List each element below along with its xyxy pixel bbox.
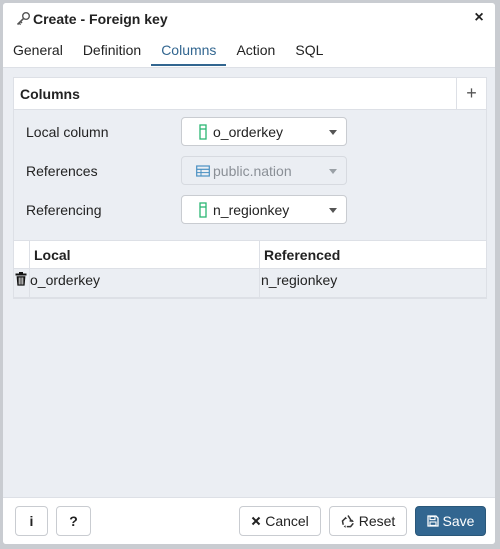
column-icon — [199, 202, 207, 218]
table-icon — [196, 165, 210, 177]
references-select: public.nation — [181, 156, 347, 185]
header-referenced[interactable]: Referenced — [259, 241, 486, 269]
key-icon — [16, 12, 30, 26]
tab-columns[interactable]: Columns — [151, 35, 227, 66]
chevron-down-icon — [329, 169, 337, 174]
tab-sql[interactable]: SQL — [285, 35, 333, 66]
column-form: Local column o_orderkey References publi… — [14, 110, 486, 240]
reset-label: Reset — [358, 513, 396, 529]
columns-section-header: Columns + — [14, 78, 486, 110]
referencing-label: Referencing — [26, 202, 102, 218]
close-icon — [251, 517, 261, 526]
save-button[interactable]: Save — [415, 506, 486, 536]
references-row: References public.nation — [14, 156, 486, 186]
local-column-label: Local column — [26, 124, 109, 140]
dialog-titlebar: Create - Foreign key × — [3, 3, 495, 36]
grid-divider — [29, 269, 30, 297]
columns-grid: Local Referenced o_orderkey n_regionkey — [14, 240, 486, 298]
grid-divider — [29, 241, 30, 268]
close-button[interactable]: × — [471, 10, 487, 26]
local-column-select[interactable]: o_orderkey — [181, 117, 347, 146]
cell-referenced: n_regionkey — [261, 272, 338, 288]
recycle-icon — [341, 515, 354, 529]
grid-header: Local Referenced — [14, 240, 486, 269]
column-icon — [199, 124, 207, 140]
references-label: References — [26, 163, 98, 179]
help-button[interactable]: ? — [56, 506, 91, 536]
tab-bar: General Definition Columns Action SQL — [3, 35, 495, 68]
chevron-down-icon — [329, 130, 337, 135]
reset-button[interactable]: Reset — [329, 506, 407, 536]
referencing-value: n_regionkey — [213, 202, 290, 218]
foreign-key-dialog: Create - Foreign key × General Definitio… — [2, 2, 496, 545]
dialog-title: Create - Foreign key — [33, 11, 168, 27]
save-label: Save — [442, 513, 475, 529]
chevron-down-icon — [329, 208, 337, 213]
save-icon — [426, 515, 439, 527]
tab-definition[interactable]: Definition — [73, 35, 151, 66]
cancel-label: Cancel — [265, 513, 309, 529]
dialog-footer: i ? Cancel Reset Save — [3, 497, 495, 544]
local-column-row: Local column o_orderkey — [14, 117, 486, 147]
info-button[interactable]: i — [15, 506, 48, 536]
trash-icon[interactable] — [15, 272, 27, 286]
header-local[interactable]: Local — [29, 241, 259, 269]
references-value: public.nation — [213, 163, 292, 179]
referencing-select[interactable]: n_regionkey — [181, 195, 347, 224]
tab-general[interactable]: General — [3, 35, 73, 66]
tab-action[interactable]: Action — [226, 35, 285, 66]
local-column-value: o_orderkey — [213, 124, 284, 140]
add-column-button[interactable]: + — [456, 78, 486, 109]
columns-section-title: Columns — [20, 86, 80, 102]
referencing-row: Referencing n_regionkey — [14, 195, 486, 225]
grid-divider — [259, 241, 260, 268]
table-row[interactable]: o_orderkey n_regionkey — [14, 269, 486, 298]
columns-panel: Columns + Local column o_orderkey Refere… — [13, 77, 487, 299]
cancel-button[interactable]: Cancel — [239, 506, 321, 536]
cell-local: o_orderkey — [30, 272, 101, 288]
grid-divider — [259, 269, 260, 297]
